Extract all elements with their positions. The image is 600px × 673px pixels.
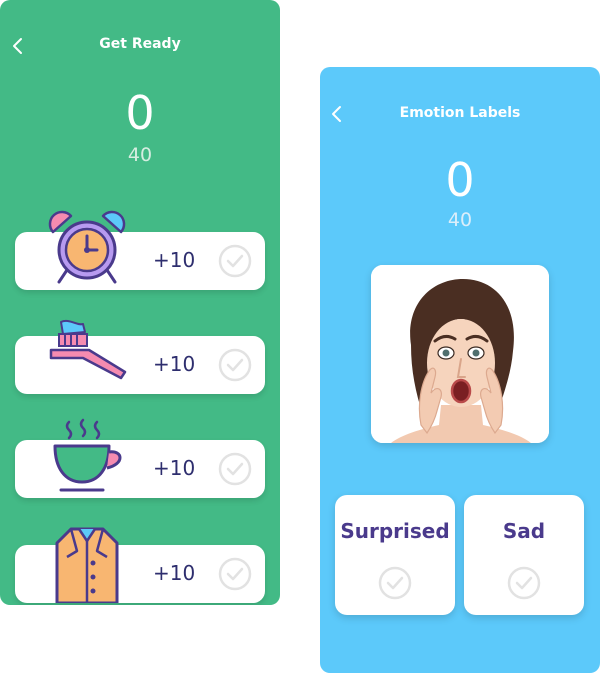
emotion-labels-screen: Emotion Labels 0 40 Surprised Sad bbox=[320, 67, 600, 673]
task-points: +10 bbox=[153, 352, 196, 376]
task-points: +10 bbox=[153, 456, 196, 480]
check-circle-icon bbox=[507, 566, 541, 600]
emotion-photo-card bbox=[371, 265, 549, 443]
surprised-face-photo bbox=[371, 265, 549, 443]
check-circle-icon[interactable] bbox=[218, 452, 252, 486]
score-value: 0 bbox=[125, 86, 155, 140]
task-card-coat[interactable]: +10 bbox=[15, 527, 265, 603]
answer-button-sad[interactable]: Sad bbox=[464, 495, 584, 615]
score-total: 40 bbox=[447, 209, 473, 231]
answer-button-surprised[interactable]: Surprised bbox=[335, 495, 455, 615]
get-ready-screen: Get Ready 0 40 +10 +10 +10 +10 bbox=[0, 0, 280, 605]
answer-label: Surprised bbox=[340, 519, 450, 543]
task-card-alarm[interactable]: +10 bbox=[15, 210, 265, 290]
task-card-toothbrush[interactable]: +10 bbox=[15, 319, 265, 394]
check-circle-icon bbox=[378, 566, 412, 600]
score-value: 0 bbox=[445, 153, 475, 207]
task-points: +10 bbox=[153, 561, 196, 585]
toothbrush-icon bbox=[49, 319, 127, 380]
task-card-coffee[interactable]: +10 bbox=[15, 418, 265, 498]
check-circle-icon[interactable] bbox=[218, 348, 252, 382]
screen-title: Emotion Labels bbox=[399, 105, 521, 121]
alarm-clock-icon bbox=[48, 210, 126, 284]
coffee-cup-icon bbox=[53, 418, 122, 492]
task-points: +10 bbox=[153, 248, 196, 272]
screen-title: Get Ready bbox=[99, 36, 181, 52]
answer-label: Sad bbox=[502, 519, 546, 543]
check-circle-icon[interactable] bbox=[218, 244, 252, 278]
check-circle-icon[interactable] bbox=[218, 557, 252, 591]
coat-icon bbox=[55, 527, 119, 603]
score-total: 40 bbox=[127, 144, 153, 166]
